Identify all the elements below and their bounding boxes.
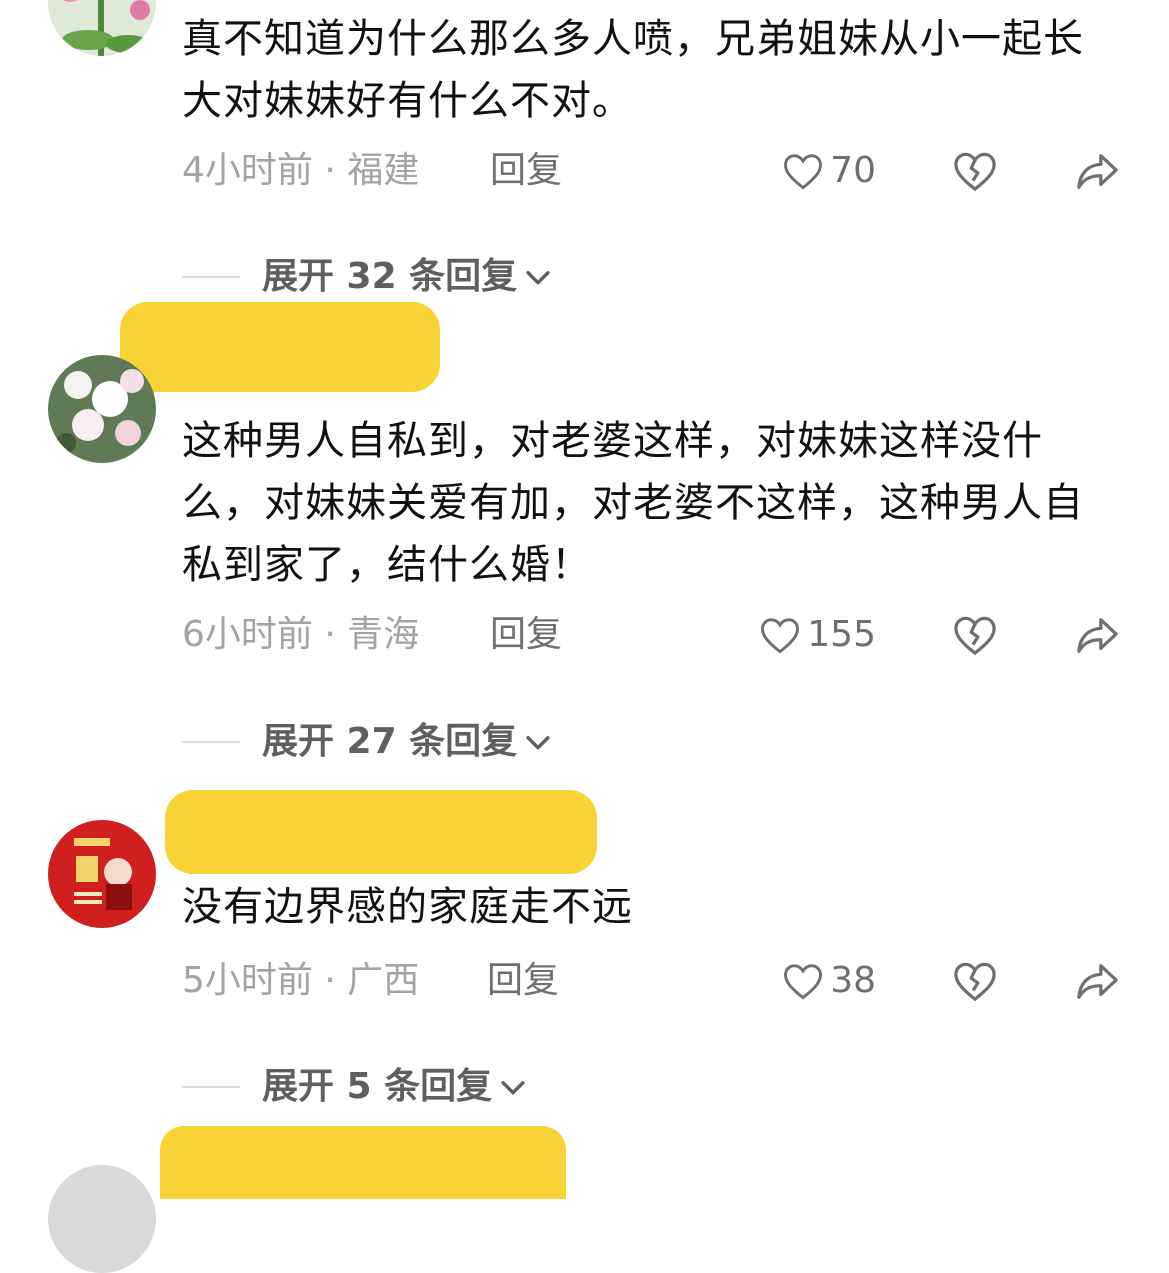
dislike-broken-heart-icon[interactable] [952,960,998,1002]
reply-button[interactable]: 回复 [490,146,562,196]
like-button[interactable]: 155 [720,610,876,660]
expand-replies-row: 展开 27 条回复 [0,717,1169,767]
avatar[interactable] [48,1165,156,1273]
share-icon[interactable] [1074,150,1120,192]
comment-meta: 4小时前 · 福建 回复 70 [0,146,1169,196]
like-button[interactable]: 38 [740,956,876,1006]
time-location: 4小时前 · 福建 [182,150,420,191]
heart-icon [784,964,823,1000]
expand-replies-button[interactable]: 展开 5 条回复 [262,1062,530,1112]
heart-icon [761,618,800,654]
reply-button[interactable]: 回复 [487,956,559,1006]
redacted-username [165,790,597,874]
avatar[interactable] [48,355,156,463]
chevron-down-icon [526,736,550,750]
expand-replies-button[interactable]: 展开 32 条回复 [262,252,555,302]
avatar[interactable] [48,820,156,928]
flower-avatar-image [48,355,156,463]
like-count: 155 [807,614,876,655]
expand-replies-button[interactable]: 展开 27 条回复 [262,717,555,767]
comment-meta: 5小时前 · 广西 回复 38 [0,956,1169,1006]
comment-text: 真不知道为什么那么多人喷，兄弟姐妹从小一起长大对妹妹好有什么不对。 [182,16,1084,124]
chevron-down-icon [501,1081,525,1095]
like-count: 38 [830,960,876,1001]
reply-button[interactable]: 回复 [490,610,562,660]
like-count: 70 [830,150,876,191]
comment-meta: 6小时前 · 青海 回复 155 [0,610,1169,660]
expand-replies-row: 展开 5 条回复 [0,1062,1169,1112]
comment-text: 这种男人自私到，对老婆这样，对妹妹这样没什么，对妹妹关爱有加，对老婆不这样，这种… [182,418,1084,588]
time-location: 6小时前 · 青海 [182,614,420,655]
redacted-username [160,1126,566,1199]
like-button[interactable]: 70 [740,146,876,196]
redacted-username [120,302,440,392]
avatar[interactable] [48,0,156,56]
chevron-down-icon [526,271,550,285]
divider-line [182,741,240,743]
comment-list: 真不知道为什么那么多人喷，兄弟姐妹从小一起长大对妹妹好有什么不对。 4小时前 ·… [0,0,1169,1273]
expand-replies-label: 展开 5 条回复 [262,1066,493,1107]
comment-text: 没有边界感的家庭走不远 [182,884,633,930]
expand-replies-label: 展开 27 条回复 [262,721,518,762]
expand-replies-row: 展开 32 条回复 [0,252,1169,302]
divider-line [182,276,240,278]
share-icon[interactable] [1074,960,1120,1002]
divider-line [182,1086,240,1088]
dislike-broken-heart-icon[interactable] [952,614,998,656]
red-poster-avatar-image [48,820,156,928]
dislike-broken-heart-icon[interactable] [952,150,998,192]
lotus-avatar-image [48,0,156,56]
expand-replies-label: 展开 32 条回复 [262,256,518,297]
time-location: 5小时前 · 广西 [182,960,420,1001]
share-icon[interactable] [1074,614,1120,656]
heart-icon [784,154,823,190]
